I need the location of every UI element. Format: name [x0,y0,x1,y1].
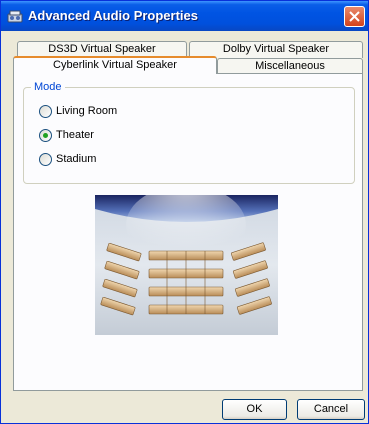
title-bar[interactable]: Advanced Audio Properties [1,1,368,31]
radio-label-living-room: Living Room [56,105,118,117]
cancel-button[interactable]: Cancel [297,399,365,420]
close-icon [349,11,360,22]
ok-button[interactable]: OK [222,399,287,420]
mode-group-label: Mode [31,81,65,93]
theater-seating-illustration [95,195,278,335]
radio-circle[interactable] [39,129,52,142]
radio-selected-dot [43,133,48,138]
tab-cyberlink-virtual-speaker[interactable]: Cyberlink Virtual Speaker [13,56,217,74]
advanced-audio-properties-dialog: Advanced Audio Properties DS3D Virtual S… [0,0,369,424]
radio-circle[interactable] [39,153,52,166]
close-button[interactable] [344,6,365,27]
speaker-app-icon [7,10,23,23]
radio-label-stadium: Stadium [56,153,97,165]
radio-circle[interactable] [39,105,52,118]
window-title: Advanced Audio Properties [28,8,198,23]
radio-label-theater: Theater [56,129,94,141]
